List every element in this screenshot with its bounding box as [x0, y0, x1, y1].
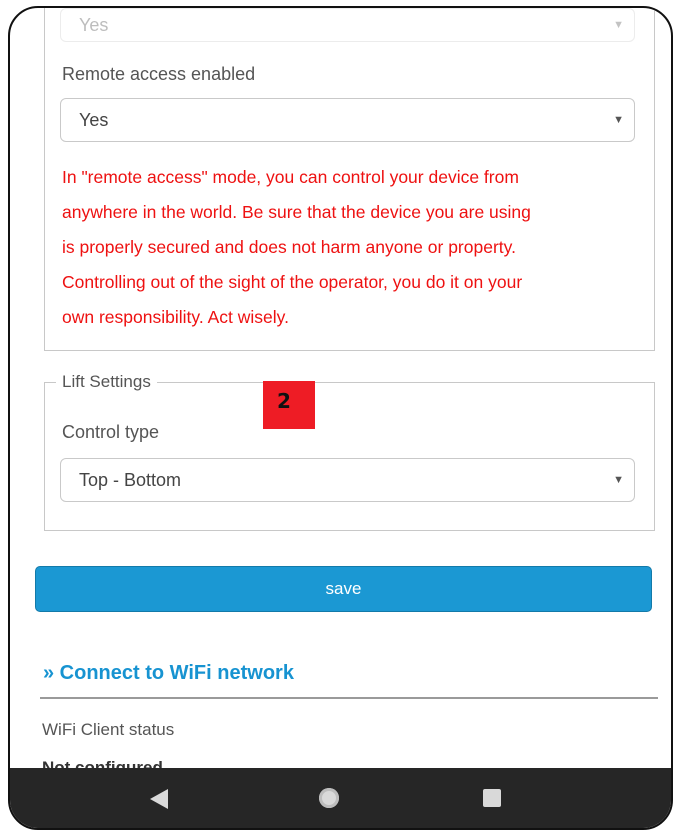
- annotation-badge: 2: [263, 381, 315, 429]
- connect-wifi-title[interactable]: » Connect to WiFi network: [43, 662, 294, 685]
- wifi-status-label: WiFi Client status: [42, 720, 175, 739]
- lift-settings-legend: Lift Settings: [56, 372, 157, 392]
- remote-access-select-value: Yes: [79, 110, 109, 130]
- previous-select[interactable]: Yes ▼: [60, 8, 635, 42]
- previous-select-value: Yes: [79, 15, 109, 35]
- remote-access-warning: In "remote access" mode, you can control…: [62, 160, 531, 335]
- chevron-down-icon: ▼: [613, 474, 624, 486]
- section-divider: [40, 697, 658, 699]
- home-icon[interactable]: [319, 788, 339, 808]
- warning-line: In "remote access" mode, you can control…: [62, 167, 519, 187]
- screen: Yes ▼ Remote access enabled Yes ▼ In "re…: [10, 8, 671, 768]
- remote-access-label: Remote access enabled: [62, 64, 256, 84]
- chevron-down-icon: ▼: [613, 19, 624, 31]
- warning-line: Controlling out of the sight of the oper…: [62, 272, 523, 292]
- warning-line: is properly secured and does not harm an…: [62, 237, 516, 257]
- save-button[interactable]: save: [35, 566, 652, 612]
- lift-settings-fieldset: [44, 382, 655, 531]
- warning-line: anywhere in the world. Be sure that the …: [62, 202, 531, 222]
- control-type-select-value: Top - Bottom: [79, 470, 182, 490]
- wifi-status-value: Not configured: [42, 758, 163, 768]
- android-navigation-bar: [10, 768, 671, 828]
- control-type-select[interactable]: Top - Bottom ▼: [60, 458, 635, 502]
- control-type-label: Control type: [62, 422, 160, 442]
- remote-access-select[interactable]: Yes ▼: [60, 98, 635, 142]
- device-frame: Yes ▼ Remote access enabled Yes ▼ In "re…: [8, 6, 673, 830]
- recent-apps-icon[interactable]: [483, 789, 501, 807]
- back-icon[interactable]: [150, 789, 168, 809]
- warning-line: own responsibility. Act wisely.: [62, 307, 289, 327]
- chevron-down-icon: ▼: [613, 114, 624, 126]
